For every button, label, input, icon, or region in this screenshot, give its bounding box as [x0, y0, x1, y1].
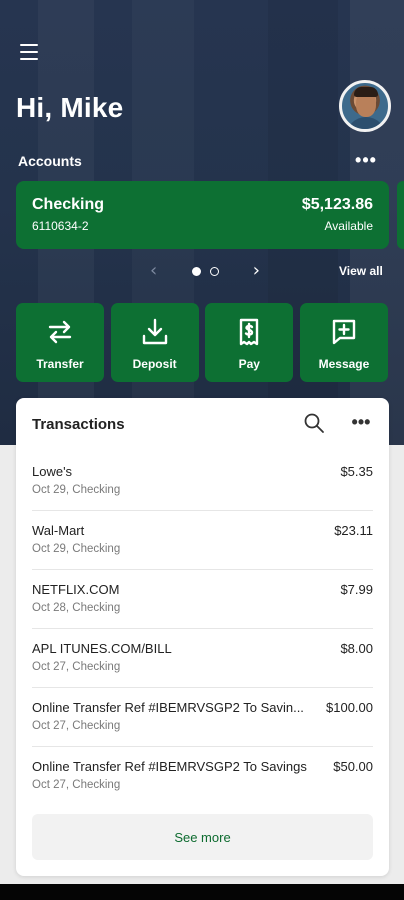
transaction-meta: Oct 27, Checking	[32, 661, 121, 673]
view-all-accounts-link[interactable]: View all	[339, 264, 383, 278]
transactions-card: Transactions ••• Lowe's Oct 29, Checking…	[16, 398, 389, 876]
download-tray-icon	[142, 318, 167, 345]
transaction-meta: Oct 27, Checking	[32, 720, 121, 732]
transaction-merchant: NETFLIX.COM	[32, 582, 120, 597]
transfer-label: Transfer	[36, 357, 84, 371]
hamburger-menu-icon[interactable]	[18, 42, 40, 62]
transaction-meta: Oct 29, Checking	[32, 543, 121, 555]
transaction-merchant: APL ITUNES.COM/BILL	[32, 641, 172, 656]
transaction-amount: $100.00	[326, 700, 373, 715]
transaction-amount: $8.00	[340, 641, 373, 656]
quick-actions: Transfer Deposit Pay Message	[16, 303, 388, 382]
transaction-amount: $7.99	[340, 582, 373, 597]
transaction-merchant: Online Transfer Ref #IBEMRVSGP2 To Savin…	[32, 700, 304, 715]
transactions-title: Transactions	[32, 416, 125, 433]
message-plus-icon	[332, 319, 356, 345]
dollar-bill-icon	[240, 318, 259, 346]
transaction-merchant: Online Transfer Ref #IBEMRVSGP2 To Savin…	[32, 759, 307, 774]
accounts-section-label: Accounts	[18, 153, 82, 169]
deposit-label: Deposit	[132, 357, 177, 371]
transaction-row[interactable]: APL ITUNES.COM/BILL Oct 27, Checking $8.…	[32, 629, 373, 688]
transfer-button[interactable]: Transfer	[16, 303, 104, 382]
account-balance-label: Available	[324, 219, 373, 233]
accounts-more-icon[interactable]: •••	[354, 150, 378, 170]
account-balance: $5,123.86	[301, 196, 373, 213]
account-name: Checking	[32, 196, 105, 213]
message-button[interactable]: Message	[299, 303, 388, 382]
transaction-row[interactable]: Lowe's Oct 29, Checking $5.35	[32, 452, 373, 511]
chevron-left-icon[interactable]: ‹	[150, 261, 157, 281]
menu-line	[20, 44, 38, 46]
transaction-merchant: Wal-Mart	[32, 523, 85, 538]
account-number: 6110634-2	[32, 219, 89, 233]
pay-label: Pay	[238, 357, 260, 371]
pager-dots	[191, 266, 219, 276]
transaction-row[interactable]: Online Transfer Ref #IBEMRVSGP2 To Savin…	[32, 747, 373, 806]
transaction-row[interactable]: NETFLIX.COM Oct 28, Checking $7.99	[32, 570, 373, 629]
transaction-amount: $5.35	[340, 464, 373, 479]
next-account-card-peek[interactable]	[397, 181, 404, 249]
transaction-merchant: Lowe's	[32, 464, 73, 479]
see-more-button[interactable]: See more	[32, 814, 373, 860]
transactions-more-icon[interactable]: •••	[349, 412, 373, 432]
greeting-title: Hi, Mike	[16, 92, 124, 123]
account-card-checking[interactable]: Checking 6110634-2 $5,123.86 Available	[16, 181, 389, 249]
user-avatar[interactable]	[339, 80, 391, 132]
pay-button[interactable]: Pay	[205, 303, 294, 382]
deposit-button[interactable]: Deposit	[110, 303, 199, 382]
menu-line	[20, 51, 38, 53]
system-nav-bar	[0, 884, 404, 900]
transactions-list: Lowe's Oct 29, Checking $5.35 Wal-Mart O…	[16, 452, 389, 806]
transaction-meta: Oct 27, Checking	[32, 779, 121, 791]
transaction-meta: Oct 28, Checking	[32, 602, 121, 614]
transaction-amount: $23.11	[334, 523, 373, 538]
transaction-row[interactable]: Wal-Mart Oct 29, Checking $23.11	[32, 511, 373, 570]
chevron-right-icon[interactable]: ›	[253, 261, 260, 281]
pager-dot[interactable]	[209, 266, 219, 276]
transaction-row[interactable]: Online Transfer Ref #IBEMRVSGP2 To Savin…	[32, 688, 373, 747]
pager-dot-active[interactable]	[191, 266, 201, 276]
transfer-arrows-icon	[48, 320, 72, 344]
transaction-amount: $50.00	[333, 759, 373, 774]
search-icon[interactable]	[303, 412, 325, 434]
avatar-hair	[354, 87, 378, 97]
transaction-meta: Oct 29, Checking	[32, 484, 121, 496]
menu-line	[20, 58, 38, 60]
account-pager: ‹ ›	[150, 260, 260, 282]
message-label: Message	[318, 357, 370, 371]
